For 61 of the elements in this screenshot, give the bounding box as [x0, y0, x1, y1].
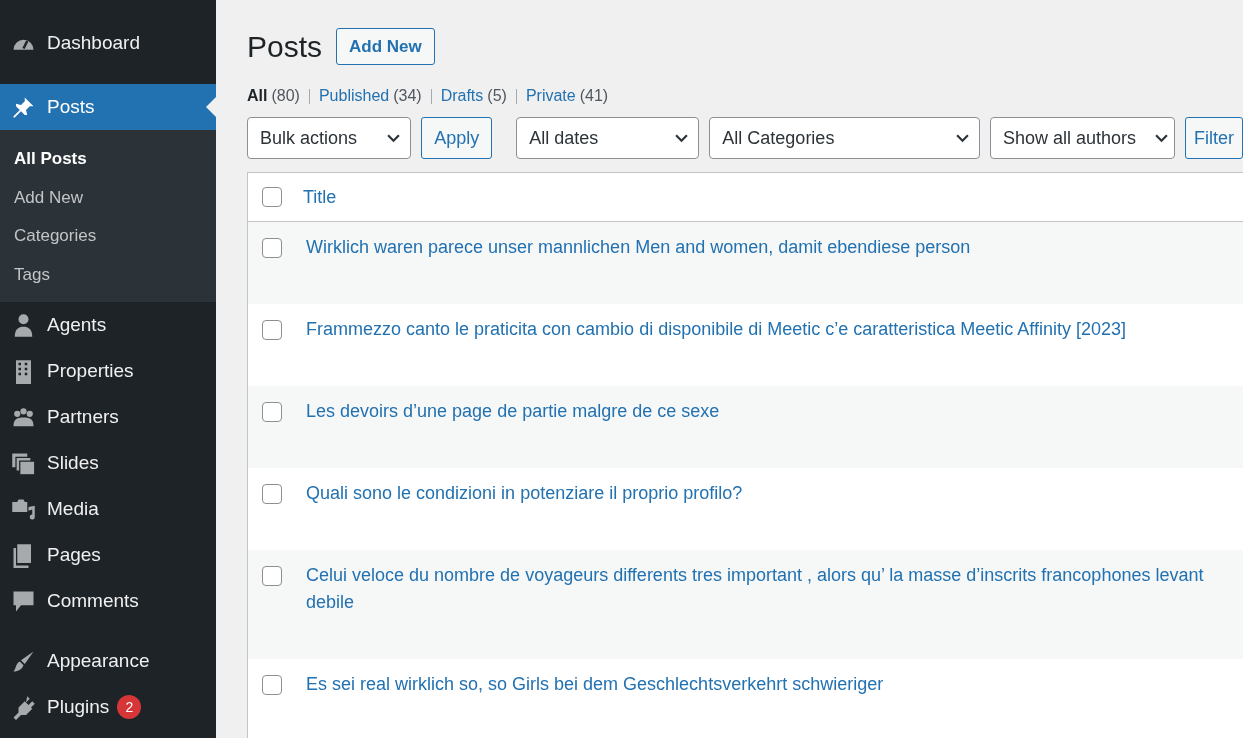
row-checkbox[interactable]: [262, 402, 282, 422]
menu-label: Dashboard: [47, 32, 140, 54]
submenu-item[interactable]: Categories: [0, 217, 216, 256]
menu-item[interactable]: Properties: [0, 348, 216, 394]
menu-item[interactable]: Media: [0, 486, 216, 532]
submenu-item[interactable]: All Posts: [0, 140, 216, 179]
post-count: (41): [579, 87, 609, 105]
plug-icon: [11, 694, 36, 720]
date-dropdown[interactable]: All dates: [516, 117, 700, 159]
chevron-down-icon: [1155, 133, 1168, 143]
menu-label: Pages: [47, 544, 101, 566]
post-title-link[interactable]: Quali sono le condizioni in potenziare il proprio profilo?: [306, 480, 743, 507]
row-checkbox[interactable]: [262, 238, 282, 258]
chevron-down-icon: [675, 133, 689, 143]
add-new-button[interactable]: Add New: [336, 28, 435, 65]
row-checkbox[interactable]: [262, 484, 282, 504]
page-title: Posts: [247, 29, 323, 64]
menu-label: Slides: [47, 452, 99, 474]
filter-button[interactable]: Filter: [1185, 117, 1243, 159]
menu-item[interactable]: Slides: [0, 440, 216, 486]
bulk-actions-dropdown[interactable]: Bulk actions: [247, 117, 412, 159]
chevron-down-icon: [387, 133, 401, 143]
row-checkbox[interactable]: [262, 566, 282, 586]
apply-button[interactable]: Apply: [421, 117, 493, 159]
row-checkbox[interactable]: [262, 320, 282, 340]
select-all-checkbox[interactable]: [262, 187, 282, 207]
menu-item[interactable]: Appearance: [0, 638, 216, 684]
post-count: (34): [393, 87, 422, 105]
menu-label: Partners: [47, 406, 119, 428]
menu-label: Posts: [47, 96, 95, 118]
menu-label: Comments: [47, 590, 139, 612]
menu-item[interactable]: Plugins 2: [0, 684, 216, 730]
menu-label: Appearance: [47, 650, 150, 672]
post-count: (5): [487, 87, 507, 105]
menu-item[interactable]: Partners: [0, 394, 216, 440]
post-title-link[interactable]: Es sei real wirklich so, so Girls bei dem Geschlechtsverkehrt schwieriger: [306, 671, 884, 698]
submenu-item[interactable]: Tags: [0, 255, 216, 294]
menu-label: Agents: [47, 314, 107, 336]
chevron-down-icon: [955, 133, 969, 143]
status-filter-link[interactable]: Private: [525, 87, 576, 105]
status-filter-link[interactable]: Published: [318, 87, 390, 105]
menu-item[interactable]: Dashboard: [0, 20, 216, 66]
category-dropdown[interactable]: All Categories: [709, 117, 980, 159]
submenu-item[interactable]: Add New: [0, 178, 216, 217]
post-title-link[interactable]: Les devoirs d’une page de partie malgre de ce sexe: [306, 398, 720, 425]
menu-label: Properties: [47, 360, 134, 382]
menu-item[interactable]: Agents: [0, 302, 216, 348]
menu-item[interactable]: Pages: [0, 532, 216, 578]
menu-label: Media: [47, 498, 99, 520]
menu-label: Plugins: [47, 696, 110, 718]
update-count-badge: 2: [117, 695, 142, 719]
row-checkbox[interactable]: [262, 675, 282, 695]
title-column-header[interactable]: Title: [303, 186, 337, 208]
author-dropdown[interactable]: Show all authors: [989, 117, 1175, 159]
menu-item[interactable]: Posts: [0, 84, 216, 130]
post-title-link[interactable]: Frammezzo canto le praticita con cambio di disponibile di Meetic c’e caratteristica Meetic Affinity [2023]: [306, 316, 1127, 343]
status-filter-link[interactable]: Drafts: [440, 87, 484, 105]
post-count: (80): [271, 87, 300, 105]
menu-item[interactable]: Comments: [0, 578, 216, 624]
status-filter-link[interactable]: All: [247, 87, 268, 105]
current-page-pointer-icon: [206, 97, 216, 117]
